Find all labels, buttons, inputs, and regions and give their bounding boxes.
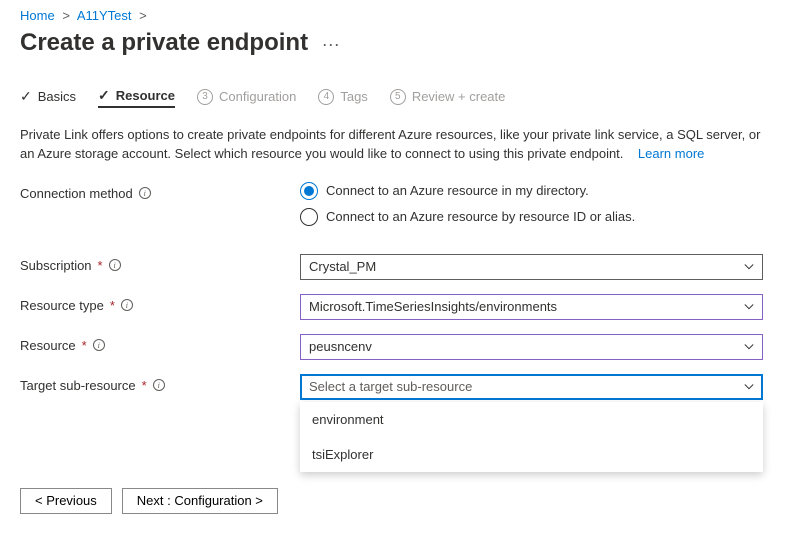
label-text: Target sub-resource [20,378,136,393]
info-icon[interactable] [109,259,121,271]
info-icon[interactable] [93,339,105,351]
check-icon: ✓ [20,88,32,105]
chevron-down-icon [744,382,754,392]
label-target-sub-resource: Target sub-resource * [20,374,300,393]
row-connection-method: Connection method Connect to an Azure re… [20,182,763,234]
required-icon: * [82,338,87,353]
info-icon[interactable] [153,379,165,391]
page-title: Create a private endpoint [20,29,308,57]
more-actions-button[interactable]: ··· [322,34,340,55]
select-value: Crystal_PM [309,259,376,274]
connection-method-radios: Connect to an Azure resource in my direc… [300,182,763,234]
learn-more-link[interactable]: Learn more [638,146,704,161]
tab-label: Configuration [219,89,296,104]
required-icon: * [142,378,147,393]
label-resource-type: Resource type * [20,294,300,313]
dropdown-option-tsiexplorer[interactable]: tsiExplorer [300,437,763,472]
description-text: Private Link offers options to create pr… [20,126,763,164]
breadcrumb: Home > A11YTest > [20,8,763,23]
label-subscription: Subscription * [20,254,300,273]
row-subscription: Subscription * Crystal_PM [20,254,763,280]
step-number-icon: 5 [390,89,406,105]
radio-icon [300,182,318,200]
tab-label: Basics [38,89,76,104]
label-connection-method: Connection method [20,182,300,201]
select-placeholder: Select a target sub-resource [309,379,472,394]
info-icon[interactable] [121,299,133,311]
resource-type-select[interactable]: Microsoft.TimeSeriesInsights/environment… [300,294,763,320]
target-sub-resource-select[interactable]: Select a target sub-resource [300,374,763,400]
tab-label: Resource [116,88,175,103]
tab-label: Tags [340,89,367,104]
required-icon: * [110,298,115,313]
label-text: Connection method [20,186,133,201]
step-number-icon: 3 [197,89,213,105]
tab-configuration[interactable]: 3 Configuration [197,89,296,107]
breadcrumb-sep: > [62,8,70,23]
tab-tags[interactable]: 4 Tags [318,89,367,107]
target-sub-resource-dropdown: environment tsiExplorer [300,402,763,472]
radio-label: Connect to an Azure resource in my direc… [326,183,589,198]
label-text: Resource [20,338,76,353]
check-icon: ✓ [98,87,110,104]
required-icon: * [98,258,103,273]
breadcrumb-home[interactable]: Home [20,8,55,23]
label-text: Resource type [20,298,104,313]
row-resource: Resource * peusncenv [20,334,763,360]
chevron-down-icon [744,342,754,352]
step-number-icon: 4 [318,89,334,105]
wizard-footer: < Previous Next : Configuration > [20,488,763,514]
tab-basics[interactable]: ✓ Basics [20,88,76,107]
tab-review-create[interactable]: 5 Review + create [390,89,506,107]
select-value: Microsoft.TimeSeriesInsights/environment… [309,299,557,314]
tab-resource[interactable]: ✓ Resource [98,87,175,108]
form: Connection method Connect to an Azure re… [20,182,763,400]
info-icon[interactable] [139,187,151,199]
wizard-tabs: ✓ Basics ✓ Resource 3 Configuration 4 Ta… [20,87,763,108]
row-resource-type: Resource type * Microsoft.TimeSeriesInsi… [20,294,763,320]
label-text: Subscription [20,258,92,273]
radio-icon [300,208,318,226]
dropdown-option-environment[interactable]: environment [300,402,763,437]
row-target-sub-resource: Target sub-resource * Select a target su… [20,374,763,400]
previous-button[interactable]: < Previous [20,488,112,514]
breadcrumb-sep: > [139,8,147,23]
chevron-down-icon [744,262,754,272]
radio-label: Connect to an Azure resource by resource… [326,209,635,224]
next-button[interactable]: Next : Configuration > [122,488,278,514]
radio-connect-directory[interactable]: Connect to an Azure resource in my direc… [300,182,763,200]
breadcrumb-a11ytest[interactable]: A11YTest [77,8,132,23]
resource-select[interactable]: peusncenv [300,334,763,360]
tab-label: Review + create [412,89,506,104]
label-resource: Resource * [20,334,300,353]
radio-connect-resource-id[interactable]: Connect to an Azure resource by resource… [300,208,763,226]
chevron-down-icon [744,302,754,312]
subscription-select[interactable]: Crystal_PM [300,254,763,280]
select-value: peusncenv [309,339,372,354]
